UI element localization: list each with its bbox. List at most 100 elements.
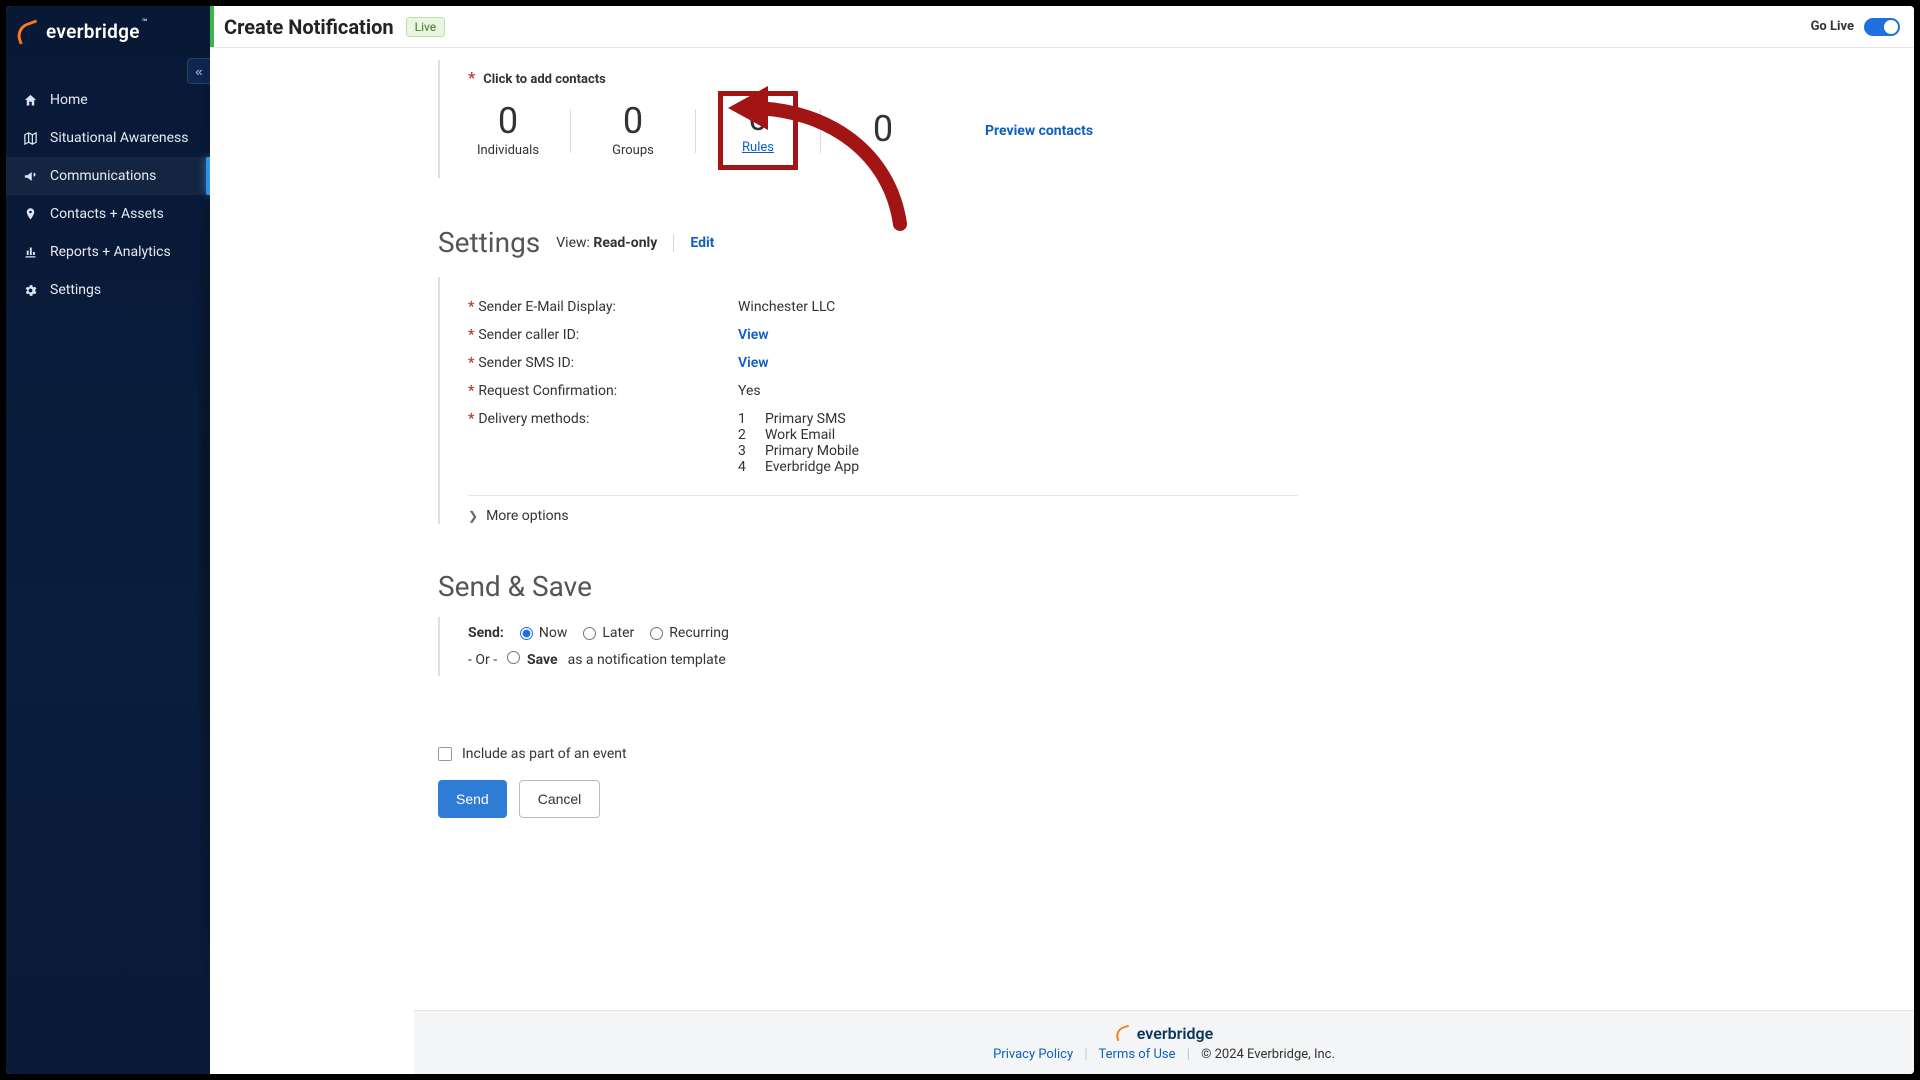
home-icon [22, 92, 38, 108]
sendsave-block: Send: Now Later Recurring - Or - Save as… [438, 617, 1298, 676]
live-badge: Live [406, 17, 445, 37]
chart-icon [22, 244, 38, 260]
fourth-count-value: 0 [843, 111, 923, 147]
go-live-toggle-group: Go Live [1811, 18, 1900, 36]
contacts-block: * Click to add contacts 0 Individuals 0 [438, 60, 1298, 178]
settings-row-request-confirmation: *Request Confirmation: Yes [468, 377, 1298, 405]
sidebar-item-label: Settings [50, 282, 101, 298]
sendsave-heading-row: Send & Save [438, 570, 1298, 603]
send-label: Send: [468, 625, 504, 641]
include-event-row[interactable]: Include as part of an event [438, 746, 1298, 762]
divider [695, 109, 696, 153]
rules-count-label[interactable]: Rules [733, 140, 783, 155]
groups-count-label: Groups [593, 143, 673, 158]
more-options-label: More options [486, 508, 569, 524]
footer-brand: everbridge [1115, 1024, 1213, 1043]
view-label: View: Read-only [556, 235, 657, 251]
footer: everbridge Privacy Policy | Terms of Use… [414, 1010, 1914, 1074]
view-value: Read-only [593, 235, 657, 251]
pin-icon [22, 206, 38, 222]
settings-value: Yes [738, 383, 1298, 399]
settings-label: Request Confirmation: [478, 383, 617, 399]
rules-count[interactable]: 0 Rules [718, 91, 798, 170]
preview-contacts-link[interactable]: Preview contacts [985, 123, 1093, 139]
content: * Click to add contacts 0 Individuals 0 [210, 48, 1914, 1074]
send-recurring-radio[interactable]: Recurring [650, 625, 729, 641]
sidebar-item-label: Reports + Analytics [50, 244, 171, 260]
settings-heading: Settings [438, 226, 540, 259]
chevron-right-icon: ❯ [468, 509, 478, 523]
cancel-button[interactable]: Cancel [519, 780, 601, 818]
brand-tm: ™ [142, 18, 148, 28]
sidebar-item-label: Situational Awareness [50, 130, 189, 146]
footer-brand-name: everbridge [1137, 1024, 1213, 1043]
sidebar: everbridge ™ « Home Situational Awarenes… [6, 6, 210, 1074]
brand-arc-icon [14, 19, 43, 44]
sidebar-item-situational-awareness[interactable]: Situational Awareness [6, 119, 210, 157]
settings-label: Delivery methods: [478, 411, 589, 427]
brand-name: everbridge [46, 20, 140, 43]
rules-count-value: 0 [733, 102, 783, 136]
individuals-count[interactable]: 0 Individuals [468, 103, 548, 158]
sidebar-nav: Home Situational Awareness Communication… [6, 81, 210, 309]
settings-row-delivery-methods: *Delivery methods: 1 Primary SMS 2 Work … [468, 405, 1298, 481]
groups-count[interactable]: 0 Groups [593, 103, 673, 158]
privacy-link[interactable]: Privacy Policy [993, 1047, 1073, 1062]
send-button[interactable]: Send [438, 780, 507, 818]
required-marker: * [468, 68, 475, 87]
sidebar-item-contacts-assets[interactable]: Contacts + Assets [6, 195, 210, 233]
include-event-label: Include as part of an event [462, 746, 627, 762]
fourth-count[interactable]: 0 [843, 111, 923, 151]
sidebar-item-home[interactable]: Home [6, 81, 210, 119]
groups-count-value: 0 [593, 103, 673, 139]
sidebar-item-communications[interactable]: Communications [6, 157, 210, 195]
go-live-label: Go Live [1811, 19, 1854, 34]
settings-label: Sender caller ID: [478, 327, 579, 343]
send-now-radio[interactable]: Now [520, 625, 568, 641]
send-later-radio[interactable]: Later [583, 625, 634, 641]
settings-row-caller-id: *Sender caller ID: View [468, 321, 1298, 349]
brand-logo: everbridge ™ [6, 6, 210, 53]
include-event-checkbox[interactable] [438, 747, 452, 761]
settings-row-sms-id: *Sender SMS ID: View [468, 349, 1298, 377]
individuals-count-value: 0 [468, 103, 548, 139]
toggle-knob [1884, 20, 1898, 34]
individuals-count-label: Individuals [468, 143, 548, 158]
terms-link[interactable]: Terms of Use [1099, 1047, 1176, 1062]
go-live-toggle[interactable] [1864, 18, 1900, 36]
footer-links: Privacy Policy | Terms of Use | © 2024 E… [993, 1047, 1335, 1062]
brand-text: everbridge ™ [46, 20, 148, 43]
view-caller-id-link[interactable]: View [738, 327, 769, 343]
contacts-click-label[interactable]: * Click to add contacts [468, 68, 1298, 87]
sidebar-item-settings[interactable]: Settings [6, 271, 210, 309]
or-label: - Or - [468, 652, 497, 668]
divider [570, 109, 571, 153]
sidebar-item-label: Home [50, 92, 88, 108]
list-item: 3 Primary Mobile [738, 443, 1298, 459]
list-item: 1 Primary SMS [738, 411, 1298, 427]
list-item: 4 Everbridge App [738, 459, 1298, 475]
settings-block: *Sender E-Mail Display: Winchester LLC *… [438, 277, 1298, 524]
megaphone-icon [22, 168, 38, 184]
save-suffix-label: as a notification template [568, 652, 726, 668]
save-template-radio[interactable]: Save [507, 651, 558, 668]
gear-icon [22, 282, 38, 298]
contacts-counts: 0 Individuals 0 Groups 0 Rules [468, 91, 1298, 170]
main: Create Notification Live Go Live * Click… [210, 6, 1914, 1074]
map-icon [22, 130, 38, 146]
topbar: Create Notification Live Go Live [210, 6, 1914, 48]
edit-settings-link[interactable]: Edit [690, 235, 714, 251]
copyright: © 2024 Everbridge, Inc. [1201, 1047, 1335, 1062]
settings-heading-row: Settings View: Read-only Edit [438, 226, 1298, 259]
more-options-toggle[interactable]: ❯ More options [468, 495, 1298, 524]
sidebar-item-label: Contacts + Assets [50, 206, 164, 222]
settings-label: Sender E-Mail Display: [478, 299, 616, 315]
brand-arc-icon [1113, 1025, 1132, 1042]
sidebar-item-reports-analytics[interactable]: Reports + Analytics [6, 233, 210, 271]
view-sms-id-link[interactable]: View [738, 355, 769, 371]
list-item: 2 Work Email [738, 427, 1298, 443]
page-title: Create Notification [224, 15, 394, 39]
divider [673, 234, 674, 252]
divider [820, 109, 821, 153]
settings-value: Winchester LLC [738, 299, 1298, 315]
